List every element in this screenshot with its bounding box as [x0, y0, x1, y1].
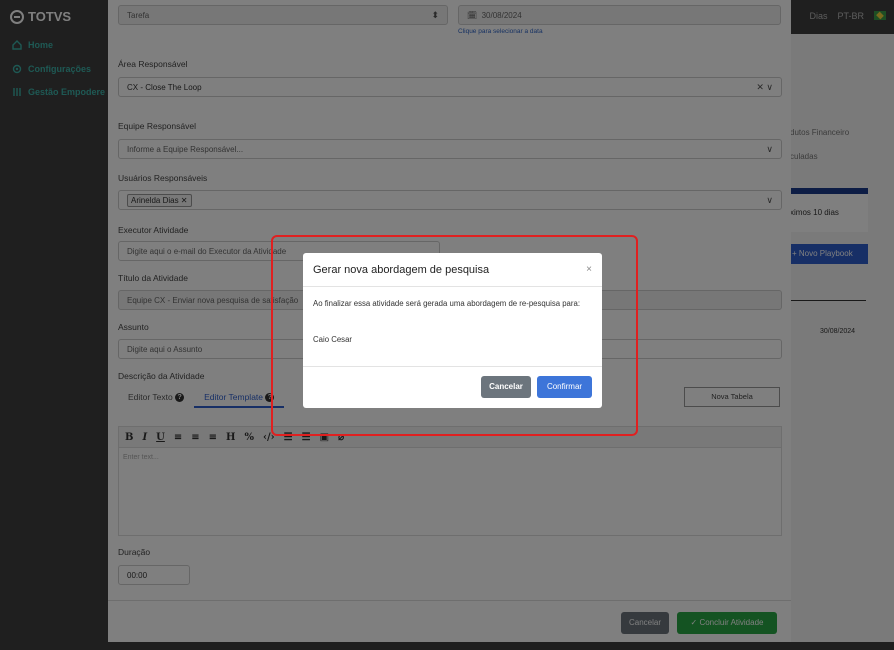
highlight-annotation: [271, 235, 638, 436]
